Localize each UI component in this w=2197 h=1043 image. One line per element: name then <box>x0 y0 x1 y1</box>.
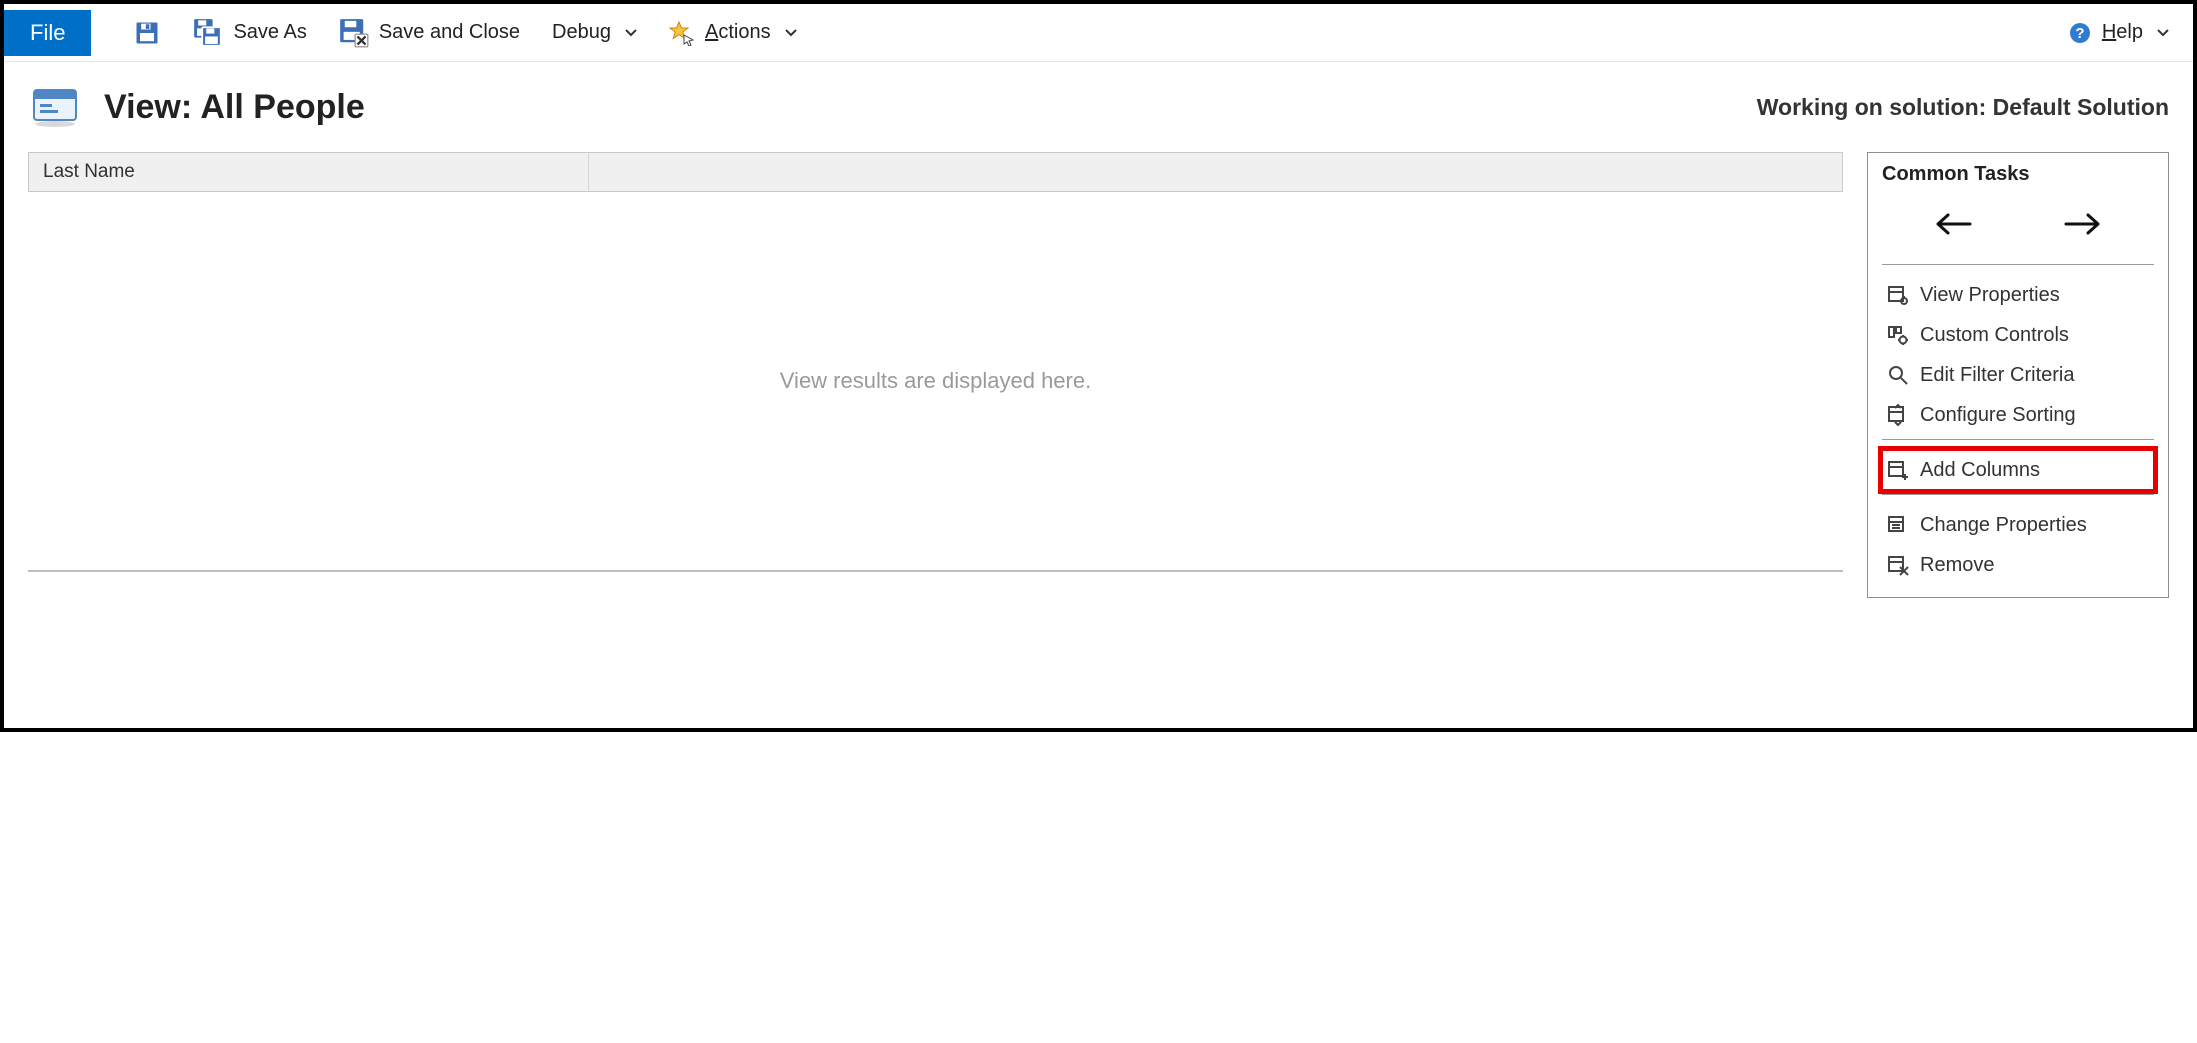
grid-placeholder: View results are displayed here. <box>780 368 1091 394</box>
task-custom-controls[interactable]: Custom Controls <box>1882 315 2154 355</box>
actions-label: Actions <box>705 21 771 44</box>
common-tasks-panel: Common Tasks <box>1867 152 2169 598</box>
save-as-icon <box>193 18 223 48</box>
svg-text:?: ? <box>2075 25 2084 42</box>
save-and-close-label: Save and Close <box>379 21 520 44</box>
debug-menu[interactable]: Debug <box>552 21 637 44</box>
working-on-solution: Working on solution: Default Solution <box>1757 94 2169 121</box>
custom-controls-icon <box>1886 323 1910 347</box>
help-menu[interactable]: ? Help <box>2068 21 2169 45</box>
star-cursor-icon <box>669 20 695 46</box>
task-label: Edit Filter Criteria <box>1920 364 2074 387</box>
task-label: Remove <box>1920 554 1994 577</box>
task-label: Custom Controls <box>1920 324 2069 347</box>
column-header-empty[interactable] <box>589 153 1842 191</box>
tasks-heading: Common Tasks <box>1882 163 2154 192</box>
task-label: View Properties <box>1920 284 2060 307</box>
remove-icon <box>1886 553 1910 577</box>
help-icon: ? <box>2068 21 2092 45</box>
sorting-icon <box>1886 403 1910 427</box>
view-grid-panel: Last Name View results are displayed her… <box>28 152 1843 572</box>
debug-label: Debug <box>552 21 611 44</box>
arrow-right-icon <box>2062 212 2102 236</box>
task-label: Configure Sorting <box>1920 404 2076 427</box>
toolbar: File <box>4 4 2193 62</box>
task-change-properties[interactable]: Change Properties <box>1882 505 2154 545</box>
save-as-label: Save As <box>233 21 306 44</box>
save-and-close-icon <box>339 18 369 48</box>
task-label: Change Properties <box>1920 514 2087 537</box>
nav-back-button[interactable] <box>1930 206 1978 242</box>
arrow-left-icon <box>1934 212 1974 236</box>
chevron-down-icon <box>625 29 637 37</box>
task-label: Add Columns <box>1920 459 2040 482</box>
task-configure-sorting[interactable]: Configure Sorting <box>1882 395 2154 435</box>
file-menu-button[interactable]: File <box>4 10 91 56</box>
task-edit-filter-criteria[interactable]: Edit Filter Criteria <box>1882 355 2154 395</box>
nav-forward-button[interactable] <box>2058 206 2106 242</box>
chevron-down-icon <box>2157 29 2169 37</box>
actions-menu[interactable]: Actions <box>669 20 797 46</box>
add-columns-icon <box>1886 458 1910 482</box>
view-entity-icon <box>28 80 82 134</box>
save-button[interactable] <box>133 19 161 47</box>
grid-header: Last Name <box>28 152 1843 192</box>
grid-body: View results are displayed here. <box>28 192 1843 572</box>
change-properties-icon <box>1886 513 1910 537</box>
chevron-down-icon <box>785 29 797 37</box>
save-and-close-button[interactable]: Save and Close <box>339 18 520 48</box>
view-properties-icon <box>1886 283 1910 307</box>
page-title: View: All People <box>104 88 365 127</box>
help-label: Help <box>2102 21 2143 44</box>
task-add-columns[interactable]: Add Columns <box>1882 450 2154 490</box>
title-row: View: All People Working on solution: De… <box>28 80 2169 134</box>
task-remove[interactable]: Remove <box>1882 545 2154 585</box>
file-label: File <box>30 20 65 46</box>
filter-icon <box>1886 363 1910 387</box>
save-as-button[interactable]: Save As <box>193 18 306 48</box>
task-view-properties[interactable]: View Properties <box>1882 275 2154 315</box>
save-icon <box>133 19 161 47</box>
column-header-last-name[interactable]: Last Name <box>29 153 589 191</box>
